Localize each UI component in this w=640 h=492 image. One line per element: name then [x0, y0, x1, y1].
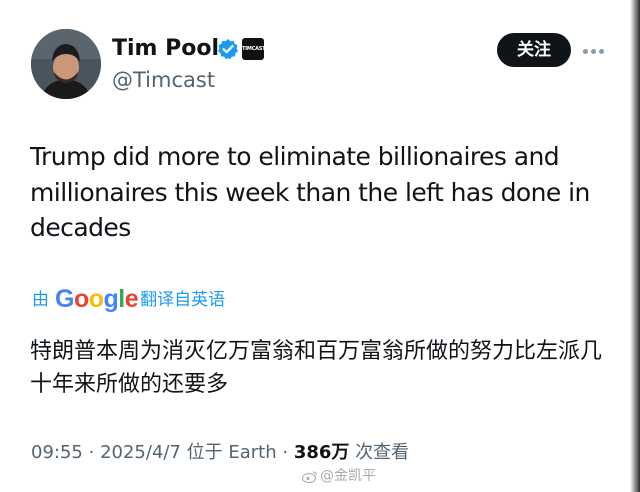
tweet-meta: 09:55 · 2025/4/7 位于 Earth · 386万 次查看	[31, 438, 409, 464]
author-handle[interactable]: @Timcast	[112, 68, 215, 92]
tweet-time[interactable]: 09:55	[31, 442, 83, 463]
tweet-date[interactable]: 2025/4/7	[100, 442, 181, 463]
tweet-location: 位于 Earth	[186, 442, 277, 463]
follow-button[interactable]: 关注	[497, 33, 571, 67]
affiliate-badge[interactable]: TIMCAST	[242, 38, 264, 60]
translation-attribution[interactable]: 由 Google 翻译自英语	[32, 284, 225, 314]
avatar-image	[31, 29, 101, 99]
more-options-icon[interactable]	[583, 41, 609, 59]
views-count: 386万	[293, 442, 350, 463]
avatar[interactable]	[31, 29, 101, 99]
tweet-text: Trump did more to eliminate billionaires…	[30, 142, 590, 242]
verified-badge-icon	[217, 38, 239, 60]
tweet-screenshot: { "author": { "display_name": "Tim Pool"…	[0, 0, 640, 492]
weibo-icon	[302, 470, 318, 483]
google-logo: Google	[55, 285, 139, 313]
meta-separator: ·	[282, 442, 289, 463]
views-label: 次查看	[355, 442, 410, 463]
translated-text: 特朗普本周为消灭亿万富翁和百万富翁所做的努力比左派几十年来所做的还要多	[30, 339, 603, 397]
author-display-name[interactable]: Tim Pool	[112, 36, 219, 61]
watermark: @金凯平	[302, 465, 376, 485]
screen-edge	[630, 0, 640, 492]
meta-separator: ·	[88, 442, 95, 463]
translation-suffix: 翻译自英语	[140, 290, 226, 310]
translation-prefix: 由	[32, 290, 49, 310]
watermark-text: @金凯平	[320, 468, 376, 484]
